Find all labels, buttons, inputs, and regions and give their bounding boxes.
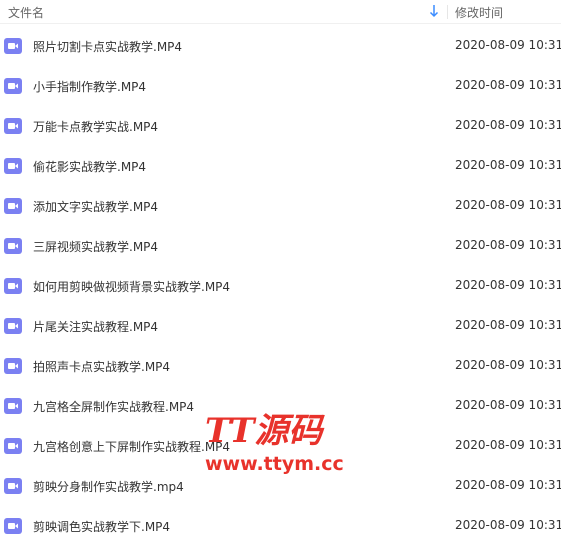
file-modified-time: 2020-08-09 10:31 [455,438,561,452]
file-row[interactable]: 万能卡点教学实战.MP4 2020-08-09 10:31 [0,106,561,146]
video-file-icon [4,318,22,334]
file-row[interactable]: 九宫格创意上下屏制作实战教程.MP4 2020-08-09 10:31 [0,426,561,466]
file-name[interactable]: 如何用剪映做视频背景实战教学.MP4 [33,278,230,295]
column-header-filename[interactable]: 文件名 [8,4,44,21]
file-name[interactable]: 剪映分身制作实战教学.mp4 [33,478,184,495]
file-row[interactable]: 拍照声卡点实战教学.MP4 2020-08-09 10:31 [0,346,561,386]
video-file-icon [4,398,22,414]
file-modified-time: 2020-08-09 10:31 [455,78,561,92]
video-file-icon [4,118,22,134]
file-row[interactable]: 如何用剪映做视频背景实战教学.MP4 2020-08-09 10:31 [0,266,561,306]
video-file-icon [4,518,22,534]
file-name[interactable]: 万能卡点教学实战.MP4 [33,118,158,135]
file-modified-time: 2020-08-09 10:31 [455,278,561,292]
file-name[interactable]: 添加文字实战教学.MP4 [33,198,158,215]
video-file-icon [4,438,22,454]
file-modified-time: 2020-08-09 10:31 [455,478,561,492]
file-row[interactable]: 剪映分身制作实战教学.mp4 2020-08-09 10:31 [0,466,561,506]
file-name[interactable]: 小手指制作教学.MP4 [33,78,146,95]
file-row[interactable]: 添加文字实战教学.MP4 2020-08-09 10:31 [0,186,561,226]
sort-down-arrow-icon[interactable] [428,4,440,18]
file-modified-time: 2020-08-09 10:31 [455,38,561,52]
file-row[interactable]: 照片切割卡点实战教学.MP4 2020-08-09 10:31 [0,26,561,66]
file-row[interactable]: 三屏视频实战教学.MP4 2020-08-09 10:31 [0,226,561,266]
video-file-icon [4,158,22,174]
video-file-icon [4,38,22,54]
file-row[interactable]: 小手指制作教学.MP4 2020-08-09 10:31 [0,66,561,106]
file-name[interactable]: 九宫格创意上下屏制作实战教程.MP4 [33,438,230,455]
file-row[interactable]: 剪映调色实战教学下.MP4 2020-08-09 10:31 [0,506,561,546]
file-name[interactable]: 剪映调色实战教学下.MP4 [33,518,170,535]
file-modified-time: 2020-08-09 10:31 [455,118,561,132]
file-name[interactable]: 片尾关注实战教程.MP4 [33,318,158,335]
file-name[interactable]: 偷花影实战教学.MP4 [33,158,146,175]
file-modified-time: 2020-08-09 10:31 [455,518,561,532]
file-name[interactable]: 照片切割卡点实战教学.MP4 [33,38,182,55]
file-row[interactable]: 九宫格全屏制作实战教程.MP4 2020-08-09 10:31 [0,386,561,426]
file-name[interactable]: 九宫格全屏制作实战教程.MP4 [33,398,194,415]
file-row[interactable]: 片尾关注实战教程.MP4 2020-08-09 10:31 [0,306,561,346]
file-name[interactable]: 拍照声卡点实战教学.MP4 [33,358,170,375]
video-file-icon [4,278,22,294]
file-name[interactable]: 三屏视频实战教学.MP4 [33,238,158,255]
video-file-icon [4,238,22,254]
file-modified-time: 2020-08-09 10:31 [455,198,561,212]
video-file-icon [4,358,22,374]
file-list-header: 文件名 修改时间 [0,0,561,24]
video-file-icon [4,78,22,94]
column-divider[interactable] [447,5,448,19]
file-modified-time: 2020-08-09 10:31 [455,318,561,332]
file-list: 照片切割卡点实战教学.MP4 2020-08-09 10:31 小手指制作教学.MP… [0,26,561,546]
file-modified-time: 2020-08-09 10:31 [455,158,561,172]
column-header-modified-time[interactable]: 修改时间 [455,4,503,21]
video-file-icon [4,478,22,494]
file-row[interactable]: 偷花影实战教学.MP4 2020-08-09 10:31 [0,146,561,186]
video-file-icon [4,198,22,214]
file-modified-time: 2020-08-09 10:31 [455,238,561,252]
file-modified-time: 2020-08-09 10:31 [455,398,561,412]
file-modified-time: 2020-08-09 10:31 [455,358,561,372]
